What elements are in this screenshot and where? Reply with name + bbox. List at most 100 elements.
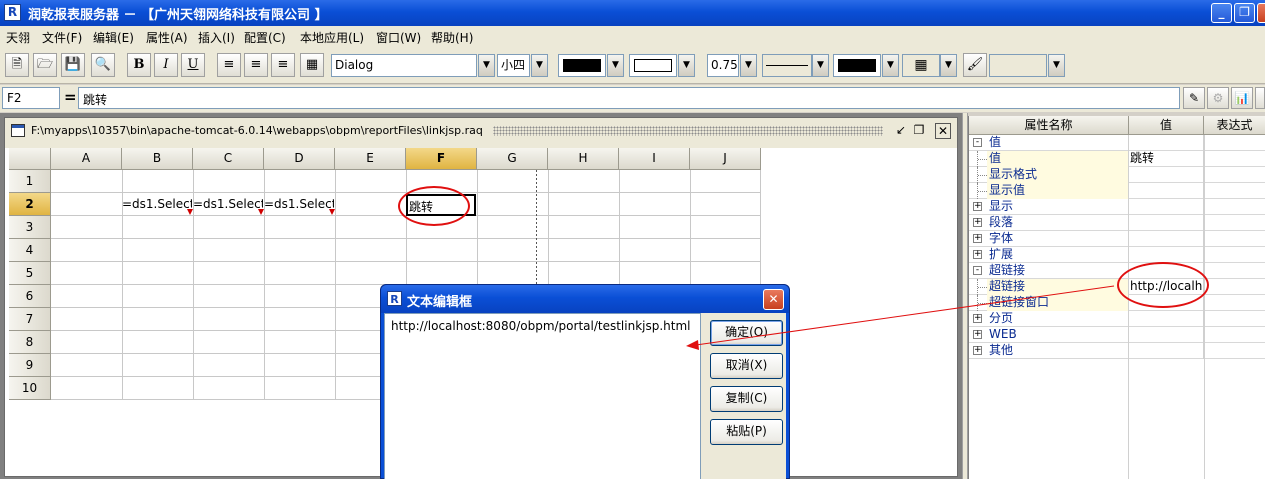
new-file-icon[interactable]: 🗎 xyxy=(5,53,29,77)
line-style-dropdown-icon[interactable]: ▼ xyxy=(812,54,829,77)
formula-wizard-icon[interactable]: ✎ xyxy=(1183,87,1205,109)
dialog-text-area[interactable]: http://localhost:8080/obpm/portal/testli… xyxy=(384,313,701,479)
menu-attribute[interactable]: 属性(A) xyxy=(146,29,188,46)
prop-group-hyperlink[interactable]: - 超链接 xyxy=(969,263,1265,279)
document-minimize-icon[interactable]: ↙ xyxy=(893,123,909,139)
prop-value[interactable] xyxy=(1129,183,1204,199)
font-name-select[interactable]: Dialog xyxy=(331,54,477,77)
ok-button[interactable]: 确定(O) xyxy=(710,320,783,346)
row-header-4[interactable]: 4 xyxy=(9,239,51,262)
menu-config[interactable]: 配置(C) xyxy=(244,29,286,46)
row-header-10[interactable]: 10 xyxy=(9,377,51,400)
paste-button[interactable]: 粘贴(P) xyxy=(710,419,783,445)
maximize-button[interactable]: ❐ xyxy=(1234,3,1255,23)
column-header-f[interactable]: F xyxy=(406,148,477,170)
expand-icon[interactable]: + xyxy=(973,218,982,227)
cell-reference-field[interactable]: F2 xyxy=(2,87,60,109)
column-header-a[interactable]: A xyxy=(51,148,122,170)
italic-button[interactable]: I xyxy=(154,53,178,77)
column-header-c[interactable]: C xyxy=(193,148,264,170)
back-color-swatch[interactable] xyxy=(629,54,677,77)
column-header-g[interactable]: G xyxy=(477,148,548,170)
column-header-j[interactable]: J xyxy=(690,148,761,170)
align-center-icon[interactable]: ≡ xyxy=(244,53,268,77)
prop-group-value[interactable]: - 值 xyxy=(969,135,1265,151)
column-header-e[interactable]: E xyxy=(335,148,406,170)
expand-icon[interactable]: + xyxy=(973,314,982,323)
prop-display-value[interactable]: 显示值 xyxy=(969,183,1265,199)
row-header-7[interactable]: 7 xyxy=(9,308,51,331)
back-color-dropdown-icon[interactable]: ▼ xyxy=(678,54,695,77)
menu-window[interactable]: 窗口(W) xyxy=(376,29,421,46)
menu-edit[interactable]: 编辑(E) xyxy=(93,29,134,46)
menu-insert[interactable]: 插入(I) xyxy=(198,29,235,46)
dialog-title-bar[interactable]: R 文本编辑框 ✕ xyxy=(381,285,789,313)
formula-dataset-icon[interactable]: 📊 xyxy=(1231,87,1253,109)
font-name-dropdown-icon[interactable]: ▼ xyxy=(478,54,495,77)
document-restore-icon[interactable]: ❐ xyxy=(911,123,927,139)
menu-tianling[interactable]: 天翎 xyxy=(6,29,30,46)
grid-corner[interactable] xyxy=(9,148,51,170)
align-right-icon[interactable]: ≡ xyxy=(271,53,295,77)
open-folder-icon[interactable]: 🗁 xyxy=(33,53,57,77)
copy-button[interactable]: 复制(C) xyxy=(710,386,783,412)
cell-d2[interactable]: =ds1.Select xyxy=(264,197,334,211)
prop-group-web[interactable]: + WEB xyxy=(969,327,1265,343)
document-close-icon[interactable]: ✕ xyxy=(935,123,951,139)
formula-check-icon[interactable]: ⚙ xyxy=(1207,87,1229,109)
column-header-b[interactable]: B xyxy=(122,148,193,170)
prop-value[interactable]: 跳转 xyxy=(1129,151,1204,167)
prop-group-paging[interactable]: + 分页 xyxy=(969,311,1265,327)
collapse-icon[interactable]: - xyxy=(973,266,982,275)
border-color-swatch[interactable] xyxy=(833,54,881,77)
line-style-select[interactable] xyxy=(762,54,812,77)
column-header-i[interactable]: I xyxy=(619,148,690,170)
fore-color-dropdown-icon[interactable]: ▼ xyxy=(607,54,624,77)
vertical-align-icon[interactable]: ▦ xyxy=(300,53,324,77)
minimize-button[interactable]: _ xyxy=(1211,3,1232,23)
prop-value[interactable] xyxy=(1129,167,1204,183)
format-painter-icon[interactable]: 🖌 xyxy=(963,53,987,77)
expand-icon[interactable]: + xyxy=(973,330,982,339)
row-header-3[interactable]: 3 xyxy=(9,216,51,239)
collapse-icon[interactable]: - xyxy=(973,138,982,147)
prop-group-font[interactable]: + 字体 xyxy=(969,231,1265,247)
expand-icon[interactable]: + xyxy=(973,346,982,355)
style-select[interactable] xyxy=(989,54,1047,77)
prop-group-extend[interactable]: + 扩展 xyxy=(969,247,1265,263)
row-header-1[interactable]: 1 xyxy=(9,170,51,193)
align-left-icon[interactable]: ≡ xyxy=(217,53,241,77)
row-header-9[interactable]: 9 xyxy=(9,354,51,377)
underline-button[interactable]: U xyxy=(181,53,205,77)
column-header-h[interactable]: H xyxy=(548,148,619,170)
row-header-5[interactable]: 5 xyxy=(9,262,51,285)
title-drag-handle[interactable] xyxy=(493,126,883,136)
prop-value-value[interactable]: 值 跳转 xyxy=(969,151,1265,167)
menu-help[interactable]: 帮助(H) xyxy=(431,29,473,46)
row-header-8[interactable]: 8 xyxy=(9,331,51,354)
menu-file[interactable]: 文件(F) xyxy=(42,29,82,46)
prop-group-display[interactable]: + 显示 xyxy=(969,199,1265,215)
bold-button[interactable]: B xyxy=(127,53,151,77)
border-color-dropdown-icon[interactable]: ▼ xyxy=(882,54,899,77)
cell-c2[interactable]: =ds1.Select xyxy=(193,197,263,211)
border-dropdown-icon[interactable]: ▼ xyxy=(940,54,957,77)
prop-hyperlink-window[interactable]: 超链接窗口 xyxy=(969,295,1265,311)
save-icon[interactable]: 💾 xyxy=(61,53,85,77)
menu-local-app[interactable]: 本地应用(L) xyxy=(300,29,364,46)
line-width-select[interactable]: 0.75 xyxy=(707,54,739,77)
prop-group-paragraph[interactable]: + 段落 xyxy=(969,215,1265,231)
prop-group-other[interactable]: + 其他 xyxy=(969,343,1265,359)
dialog-close-icon[interactable]: ✕ xyxy=(763,289,784,310)
row-header-6[interactable]: 6 xyxy=(9,285,51,308)
column-header-d[interactable]: D xyxy=(264,148,335,170)
window-close-button[interactable] xyxy=(1257,3,1265,23)
expand-icon[interactable]: + xyxy=(973,234,982,243)
cancel-button[interactable]: 取消(X) xyxy=(710,353,783,379)
formula-help-icon[interactable] xyxy=(1255,87,1265,109)
row-header-2[interactable]: 2 xyxy=(9,193,51,216)
expand-icon[interactable]: + xyxy=(973,202,982,211)
prop-display-format[interactable]: 显示格式 xyxy=(969,167,1265,183)
fore-color-swatch[interactable] xyxy=(558,54,606,77)
line-width-dropdown-icon[interactable]: ▼ xyxy=(740,54,757,77)
